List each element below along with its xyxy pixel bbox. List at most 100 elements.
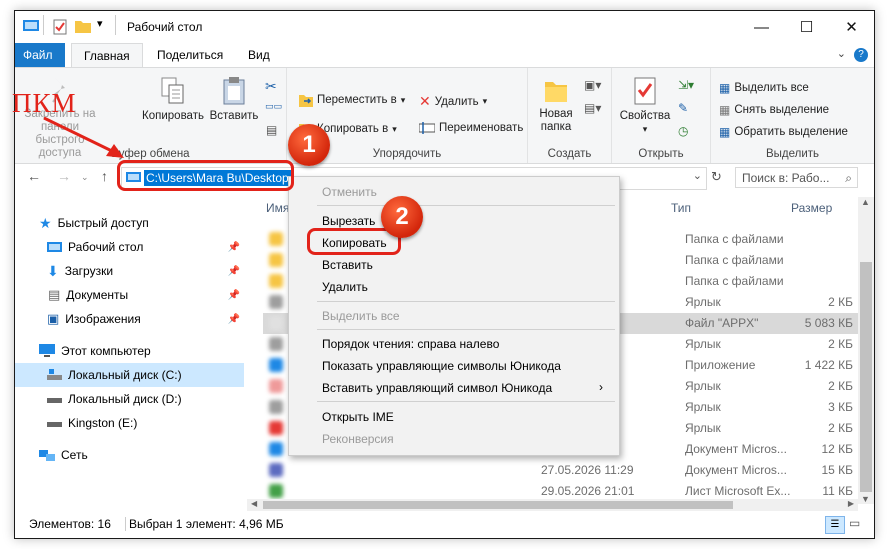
this-pc-item[interactable]: Этот компьютер (15, 339, 244, 363)
drive-icon (47, 398, 62, 403)
context-menu: Отменить Вырезать Копировать Вставить Уд… (288, 176, 620, 456)
this-pc-label: Этот компьютер (61, 344, 151, 358)
network-icon (39, 450, 55, 461)
divider (125, 517, 126, 531)
new-folder-quick-icon[interactable] (75, 19, 91, 33)
menu-item-open-ime[interactable]: Открыть IME (322, 410, 394, 424)
tab-home[interactable]: Главная (71, 43, 143, 67)
minimize-button[interactable]: — (739, 11, 784, 43)
move-to-button[interactable]: Переместить в ▾ (299, 93, 405, 107)
scroll-down-icon[interactable]: ▼ (861, 494, 870, 504)
properties-button[interactable]: Свойства ▾ (618, 76, 672, 136)
file-icon (269, 442, 283, 456)
selection-info: Выбран 1 элемент: 4,96 МБ (129, 517, 284, 531)
network-item[interactable]: Сеть (15, 443, 244, 467)
star-icon: ★ (39, 214, 52, 231)
collapse-ribbon-icon[interactable]: ⌄ (837, 47, 846, 60)
customize-quick-access-icon[interactable]: ▾ (97, 17, 103, 30)
address-dropdown-icon[interactable]: ⌄ (693, 169, 702, 182)
nav-item-desktop[interactable]: Рабочий стол 📌 (15, 235, 244, 259)
open-icon[interactable]: ⇲▾ (678, 78, 694, 92)
column-header-type[interactable]: Тип (671, 201, 691, 215)
nav-item-documents[interactable]: ▤ Документы 📌 (15, 283, 244, 307)
nav-item-downloads[interactable]: ⬇ Загрузки 📌 (15, 259, 244, 283)
nav-item-drive-d[interactable]: Локальный диск (D:) (15, 387, 244, 411)
invert-selection-button[interactable]: ▦ Обратить выделение (719, 125, 848, 139)
recent-chevron-icon[interactable]: ⌄ (81, 172, 89, 183)
search-input[interactable]: Поиск в: Рабо... ⌕ (735, 167, 858, 188)
large-icons-view-icon[interactable]: ▭ (849, 516, 860, 530)
nav-item-label: Kingston (E:) (68, 416, 138, 430)
properties-quick-icon[interactable] (53, 19, 67, 35)
row-type: Лист Microsoft Ex... (685, 484, 791, 498)
nav-item-label: Документы (66, 288, 129, 302)
forward-arrow-icon[interactable]: → (57, 168, 71, 184)
menu-item-paste[interactable]: Вставить (322, 258, 373, 272)
row-size: 2 КБ (828, 379, 853, 393)
create-group: Новая папка ▣▾ ▤▾ Создать (528, 68, 612, 163)
menu-item-cut[interactable]: Вырезать (322, 214, 375, 228)
new-item-icon[interactable]: ▣▾ (584, 78, 601, 92)
details-view-icon[interactable]: ☰ (825, 516, 845, 534)
select-none-icon: ▦ (719, 103, 731, 117)
easy-access-icon[interactable]: ▤▾ (584, 101, 601, 115)
pictures-icon: ▣ (47, 311, 60, 326)
hscroll-thumb[interactable] (263, 501, 733, 509)
scroll-up-icon[interactable]: ▲ (861, 197, 870, 207)
copy-ribbon-button[interactable]: Копировать (140, 76, 206, 123)
menu-item-show-unicode[interactable]: Показать управляющие символы Юникода (322, 359, 561, 373)
download-icon: ⬇ (47, 262, 59, 279)
network-label: Сеть (61, 448, 88, 462)
menu-item-select-all[interactable]: Выделить все (322, 309, 400, 323)
nav-item-drive-e[interactable]: Kingston (E:) (15, 411, 244, 435)
tab-file[interactable]: Файл (15, 43, 65, 67)
paste-icon (223, 77, 245, 105)
table-row[interactable]: 27.05.2026 11:29 Документ Micros... 15 КБ (263, 460, 859, 481)
delete-button[interactable]: ✕ Удалить ▾ (419, 93, 487, 110)
horizontal-scrollbar[interactable]: ◀ ▶ (247, 499, 858, 511)
drive-icon (47, 369, 62, 380)
refresh-icon[interactable]: ↻ (711, 169, 722, 185)
menu-item-reconversion[interactable]: Реконверсия (322, 432, 394, 446)
close-button[interactable]: ✕ (829, 11, 874, 43)
divider (43, 15, 44, 35)
tab-view[interactable]: Вид (236, 43, 282, 67)
select-all-button[interactable]: ▦ Выделить все (719, 81, 809, 95)
up-arrow-icon[interactable]: ↑ (101, 168, 108, 184)
paste-ribbon-button[interactable]: Вставить (209, 76, 259, 123)
vertical-scrollbar[interactable]: ▲ ▼ (858, 197, 874, 504)
menu-item-insert-unicode[interactable]: Вставить управляющий символ Юникода (322, 381, 552, 395)
scrollbar-thumb[interactable] (860, 262, 872, 492)
nav-item-drive-c[interactable]: Локальный диск (C:) (15, 363, 244, 387)
edit-icon[interactable]: ✎ (678, 101, 688, 115)
column-header-name[interactable]: Имя (266, 201, 289, 215)
back-arrow-icon[interactable]: ← (27, 168, 41, 184)
scroll-right-icon[interactable]: ▶ (848, 499, 854, 508)
help-icon[interactable]: ? (854, 48, 868, 62)
menu-item-delete[interactable]: Удалить (322, 280, 368, 294)
rename-icon (419, 122, 435, 134)
copy-path-icon[interactable]: ▭▭ (265, 101, 282, 112)
status-bar: Элементов: 16 Выбран 1 элемент: 4,96 МБ … (15, 513, 874, 537)
menu-item-rtl-order[interactable]: Порядок чтения: справа налево (322, 337, 499, 351)
history-icon[interactable]: ◷ (678, 124, 688, 138)
select-none-button[interactable]: ▦ Снять выделение (719, 103, 829, 117)
quick-access-item[interactable]: ★ Быстрый доступ (15, 211, 244, 235)
nav-item-pictures[interactable]: ▣ Изображения 📌 (15, 307, 244, 331)
cut-icon[interactable]: ✂ (265, 78, 277, 95)
scroll-left-icon[interactable]: ◀ (251, 499, 257, 508)
menu-item-undo[interactable]: Отменить (322, 185, 377, 199)
rename-button[interactable]: Переименовать (419, 122, 523, 134)
column-header-size[interactable]: Размер (791, 201, 832, 215)
row-type: Папка с файлами (685, 274, 784, 288)
select-all-icon: ▦ (719, 81, 731, 95)
paste-shortcut-icon[interactable]: ▤ (266, 123, 277, 137)
open-group-label: Открыть (638, 148, 684, 160)
maximize-button[interactable]: ☐ (784, 11, 829, 43)
file-icon (269, 337, 283, 351)
move-to-label: Переместить в (317, 94, 397, 106)
item-count: Элементов: 16 (29, 517, 111, 531)
new-folder-button[interactable]: Новая папка (534, 76, 578, 134)
window-title: Рабочий стол (127, 20, 203, 34)
tab-share[interactable]: Поделиться (145, 43, 235, 67)
